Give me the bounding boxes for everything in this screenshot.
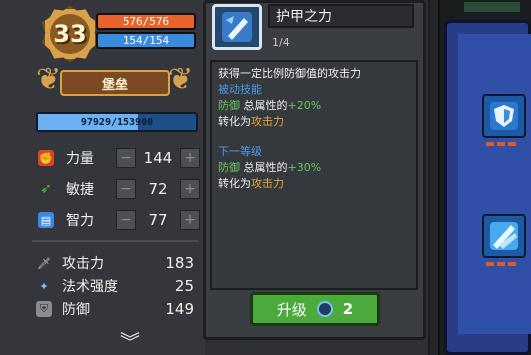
armor-shield-icon bbox=[490, 102, 518, 130]
attr-label: 防御 bbox=[62, 302, 90, 318]
convert-target: 攻击力 bbox=[251, 115, 284, 128]
stat-row-intelligence: ▤ 智力 − 77 + bbox=[38, 208, 204, 232]
stat-value: 72 bbox=[148, 180, 168, 198]
current-prefix: 防御 bbox=[218, 99, 240, 112]
xp-bar: 97929/153900 bbox=[36, 112, 198, 132]
stat-increase-button[interactable]: + bbox=[180, 179, 200, 199]
stat-value: 144 bbox=[143, 149, 173, 167]
top-widget[interactable] bbox=[462, 0, 522, 14]
stat-label: 力量 bbox=[66, 151, 94, 167]
wand-icon: ✦ bbox=[39, 279, 49, 293]
current-pct: +20% bbox=[287, 99, 322, 112]
upgrade-cost: 2 bbox=[342, 300, 354, 318]
attr-label: 攻击力 bbox=[62, 256, 104, 272]
feather-icon: ➶ bbox=[40, 181, 52, 197]
skill-slot-strike-pips bbox=[486, 262, 516, 266]
attr-value: 183 bbox=[165, 254, 194, 272]
next-convert-prefix: 转化为 bbox=[218, 177, 251, 190]
mp-bar: 154/154 bbox=[96, 32, 196, 49]
attr-row-spell-power: ✦ 法术强度 25 bbox=[36, 275, 194, 297]
fist-icon: ✊ bbox=[38, 150, 54, 166]
sword-icon: 🗡 bbox=[37, 256, 51, 270]
stat-value: 77 bbox=[148, 211, 168, 229]
scroll-down-icon[interactable]: ︾ bbox=[112, 326, 148, 354]
stat-decrease-button[interactable]: − bbox=[116, 179, 136, 199]
skill-slot-armor-pips bbox=[486, 142, 516, 146]
laurel-right-icon: ❦ bbox=[168, 62, 194, 97]
hp-bar: 576/576 bbox=[96, 13, 196, 30]
skill-list-inner bbox=[458, 34, 531, 334]
divider bbox=[32, 240, 198, 242]
attr-label: 法术强度 bbox=[62, 279, 118, 295]
skill-name: 护甲之力 bbox=[268, 4, 414, 28]
next-mid: 总属性的 bbox=[243, 161, 288, 174]
skill-slot-armor[interactable] bbox=[482, 94, 526, 138]
stat-increase-button[interactable]: + bbox=[180, 148, 200, 168]
stat-row-agility: ➶ 敏捷 − 72 + bbox=[38, 177, 204, 201]
scroll-strip bbox=[430, 0, 440, 355]
stat-decrease-button[interactable]: − bbox=[116, 210, 136, 230]
stat-label: 智力 bbox=[66, 213, 94, 229]
stat-label: 敏捷 bbox=[66, 182, 94, 198]
book-icon: ▤ bbox=[38, 212, 54, 228]
xp-text: 97929/153900 bbox=[80, 116, 154, 128]
laurel-left-icon: ❦ bbox=[36, 62, 62, 97]
attr-value: 25 bbox=[174, 277, 194, 295]
desc-line: 获得一定比例防御值的攻击力 bbox=[218, 67, 361, 80]
attr-row-attack: 🗡 攻击力 183 bbox=[36, 252, 194, 274]
stat-increase-button[interactable]: + bbox=[180, 210, 200, 230]
next-prefix: 防御 bbox=[218, 161, 240, 174]
armor-strike-icon bbox=[222, 12, 252, 42]
level-number: 33 bbox=[50, 14, 90, 54]
attr-row-defense: ⛨ 防御 149 bbox=[36, 298, 194, 320]
lightning-strike-icon bbox=[490, 222, 518, 250]
next-convert-target: 攻击力 bbox=[251, 177, 284, 190]
upgrade-label: 升级 bbox=[276, 300, 307, 319]
skill-point-icon bbox=[316, 301, 333, 317]
next-level-label: 下一等级 bbox=[218, 145, 262, 158]
next-pct: +30% bbox=[287, 161, 322, 174]
skill-icon bbox=[212, 4, 262, 50]
stat-decrease-button[interactable]: − bbox=[116, 148, 136, 168]
skill-slot-strike[interactable] bbox=[482, 214, 526, 258]
stat-row-strength: ✊ 力量 − 144 + bbox=[38, 146, 204, 170]
passive-label: 被动技能 bbox=[218, 83, 262, 96]
convert-prefix: 转化为 bbox=[218, 115, 251, 128]
skill-level: 1/4 bbox=[272, 36, 290, 49]
attr-value: 149 bbox=[165, 300, 194, 318]
skill-description: 获得一定比例防御值的攻击力 被动技能 防御 总属性的+20% 转化为攻击力 下一… bbox=[210, 60, 418, 290]
upgrade-button[interactable]: 升级 2 bbox=[250, 292, 380, 326]
character-title[interactable]: 堡垒 bbox=[60, 70, 170, 96]
current-mid: 总属性的 bbox=[243, 99, 288, 112]
shield-icon: ⛨ bbox=[36, 301, 52, 317]
